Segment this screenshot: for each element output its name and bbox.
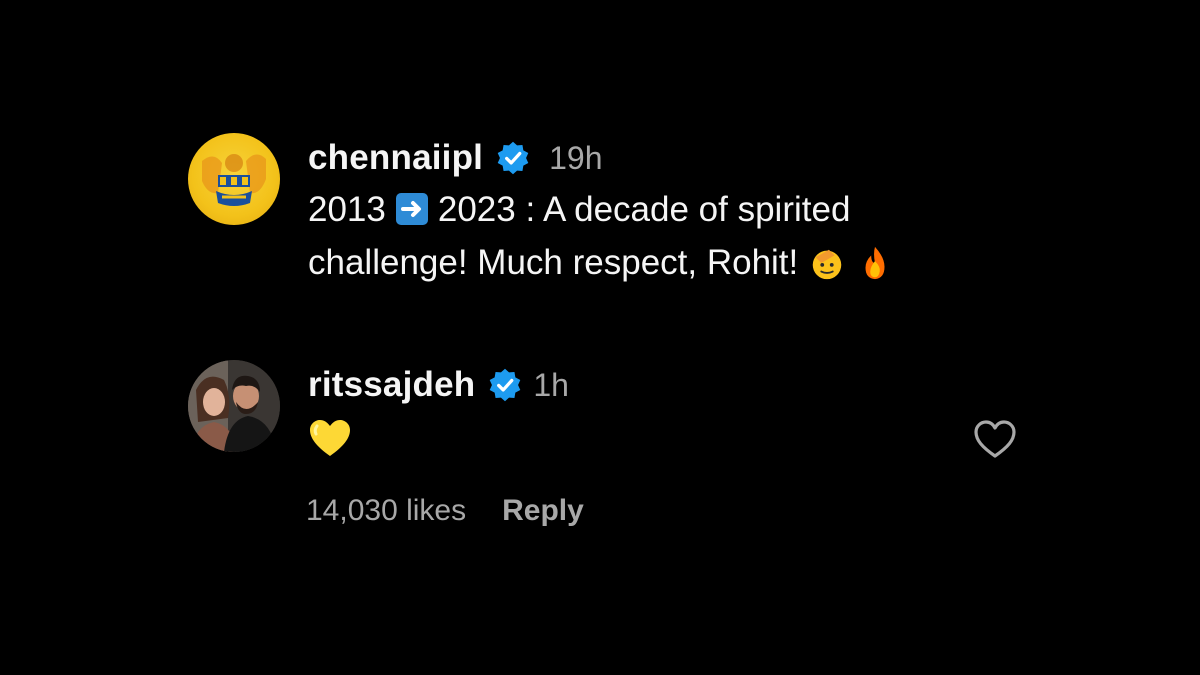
comment-ritssajdeh: ritssajdeh 1h [188,360,1018,458]
verified-badge-icon [490,368,521,402]
verified-badge-icon [497,141,529,175]
username[interactable]: ritssajdeh [308,365,475,405]
timestamp: 1h [533,366,569,403]
saluting-face-emoji-icon [813,249,842,280]
likes-count[interactable]: 14,030 likes [306,494,466,528]
comment-actions: 14,030 likes Reply [306,494,584,528]
heart-outline-icon[interactable] [972,418,1018,460]
comment-thread: chennaiipl 19h 2013 2023 : A decade of sp… [0,0,1200,675]
yellow-heart-emoji-icon [310,420,350,456]
reply-button[interactable]: Reply [502,494,584,528]
username[interactable]: chennaiipl [308,138,483,178]
timestamp: 19h [549,139,603,176]
text-part: 2023 : A decade of spirited challenge! M… [308,190,851,282]
comment-text: 2013 2023 : A decade of spirited challeng… [308,183,1008,289]
avatar[interactable] [188,360,280,452]
avatar[interactable] [188,133,280,225]
fire-emoji-icon [865,246,885,280]
comment-chennaiipl: chennaiipl 19h 2013 2023 : A decade of sp… [188,133,1008,289]
profile-photo-icon [188,360,280,452]
text-part: 2013 [308,190,386,229]
csk-logo-icon [202,154,266,206]
arrow-right-emoji-icon [395,193,428,225]
